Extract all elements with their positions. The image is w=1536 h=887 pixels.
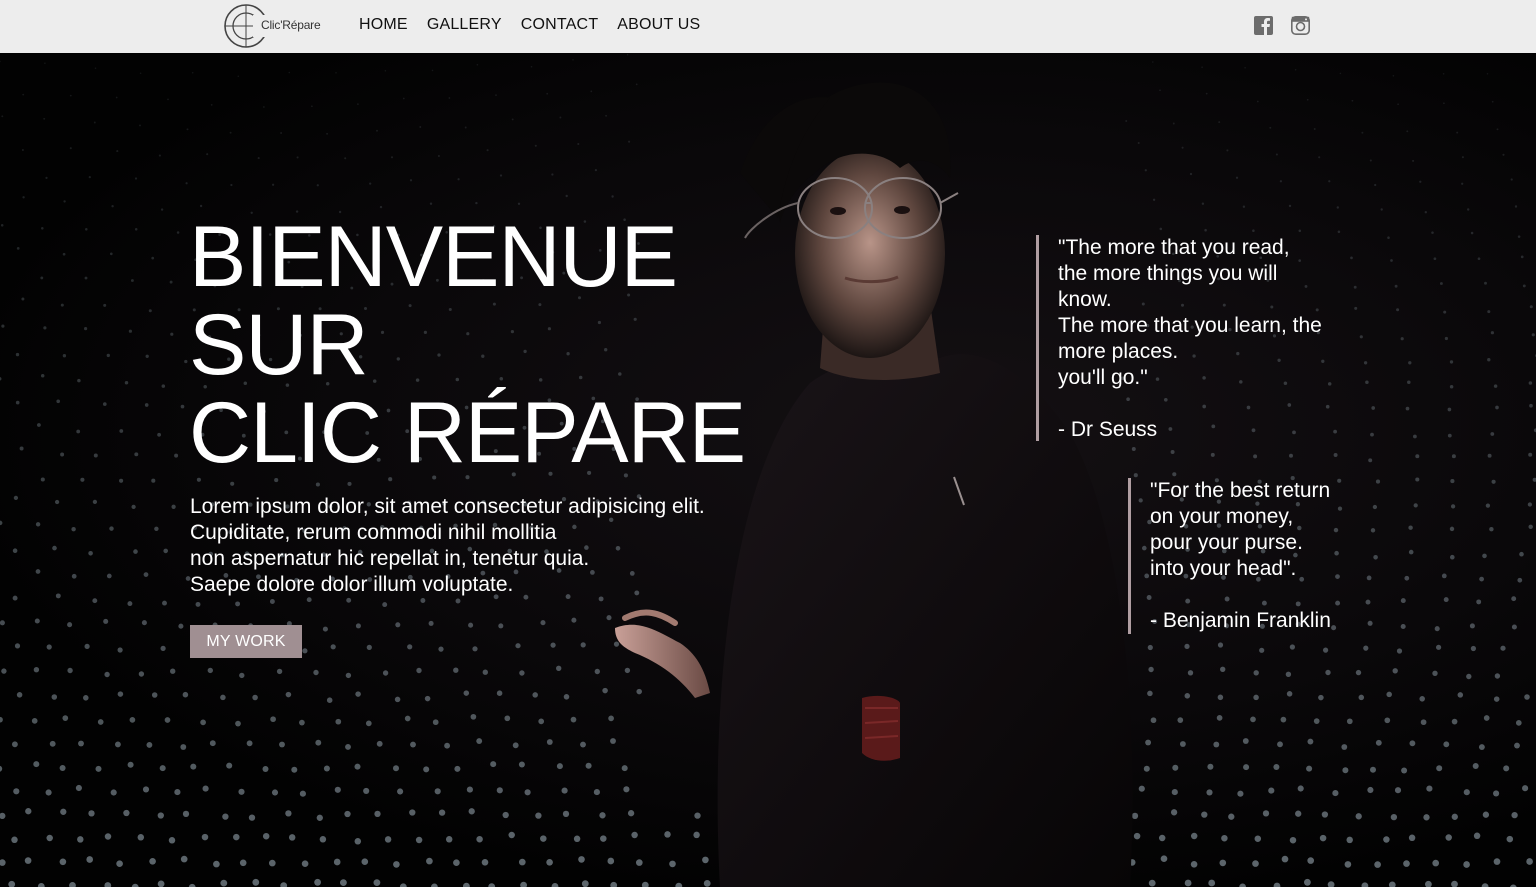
hero-description-line: non aspernatur hic repellat in, tenetur … bbox=[190, 547, 590, 570]
facebook-icon[interactable] bbox=[1254, 16, 1273, 35]
nav-contact[interactable]: CONTACT bbox=[521, 16, 599, 34]
instagram-icon[interactable] bbox=[1291, 16, 1310, 35]
nav-home[interactable]: HOME bbox=[359, 16, 408, 34]
my-work-button[interactable]: MY WORK bbox=[190, 625, 302, 658]
quote-author: - Dr Seuss bbox=[1058, 418, 1158, 441]
quote-line: on your money, bbox=[1150, 505, 1294, 528]
quote-line: The more that you learn, the bbox=[1058, 314, 1322, 337]
quote-line: pour your purse. bbox=[1150, 531, 1303, 554]
nav-about-us[interactable]: ABOUT US bbox=[617, 16, 700, 34]
quote-line: "For the best return bbox=[1150, 479, 1331, 502]
hero-description: Lorem ipsum dolor, sit amet consectetur … bbox=[190, 494, 705, 598]
hero-section: BIENVENUE SUR CLIC RÉPARE Lorem ipsum do… bbox=[0, 53, 1536, 887]
quote-line: "The more that you read, bbox=[1058, 236, 1290, 259]
hero-title-line: BIENVENUE bbox=[189, 209, 678, 305]
hero-title: BIENVENUE SUR CLIC RÉPARE bbox=[189, 209, 746, 481]
quote-benjamin-franklin: "For the best return on your money, pour… bbox=[1128, 478, 1331, 634]
top-navbar: Clic'Répare HOME GALLERY CONTACT ABOUT U… bbox=[0, 0, 1536, 53]
quote-line: you'll go." bbox=[1058, 366, 1148, 389]
logo-text: Clic'Répare bbox=[261, 18, 321, 32]
hero-description-line: Lorem ipsum dolor, sit amet consectetur … bbox=[190, 495, 705, 518]
site-logo[interactable]: Clic'Répare bbox=[223, 1, 333, 51]
hero-description-line: Saepe dolore dolor illum voluptate. bbox=[190, 573, 514, 596]
hero-description-line: Cupiditate, rerum commodi nihil mollitia bbox=[190, 521, 557, 544]
quote-author: - Benjamin Franklin bbox=[1150, 609, 1331, 632]
quote-line: into your head". bbox=[1150, 557, 1297, 580]
hero-title-line: SUR bbox=[189, 297, 369, 393]
quote-line: more places. bbox=[1058, 340, 1179, 363]
main-nav: HOME GALLERY CONTACT ABOUT US bbox=[359, 16, 719, 34]
quote-line: the more things you will bbox=[1058, 262, 1278, 285]
quote-line: know. bbox=[1058, 288, 1112, 311]
quote-dr-seuss: "The more that you read, the more things… bbox=[1036, 235, 1322, 441]
nav-gallery[interactable]: GALLERY bbox=[427, 16, 502, 34]
hero-title-line: CLIC RÉPARE bbox=[189, 385, 746, 481]
